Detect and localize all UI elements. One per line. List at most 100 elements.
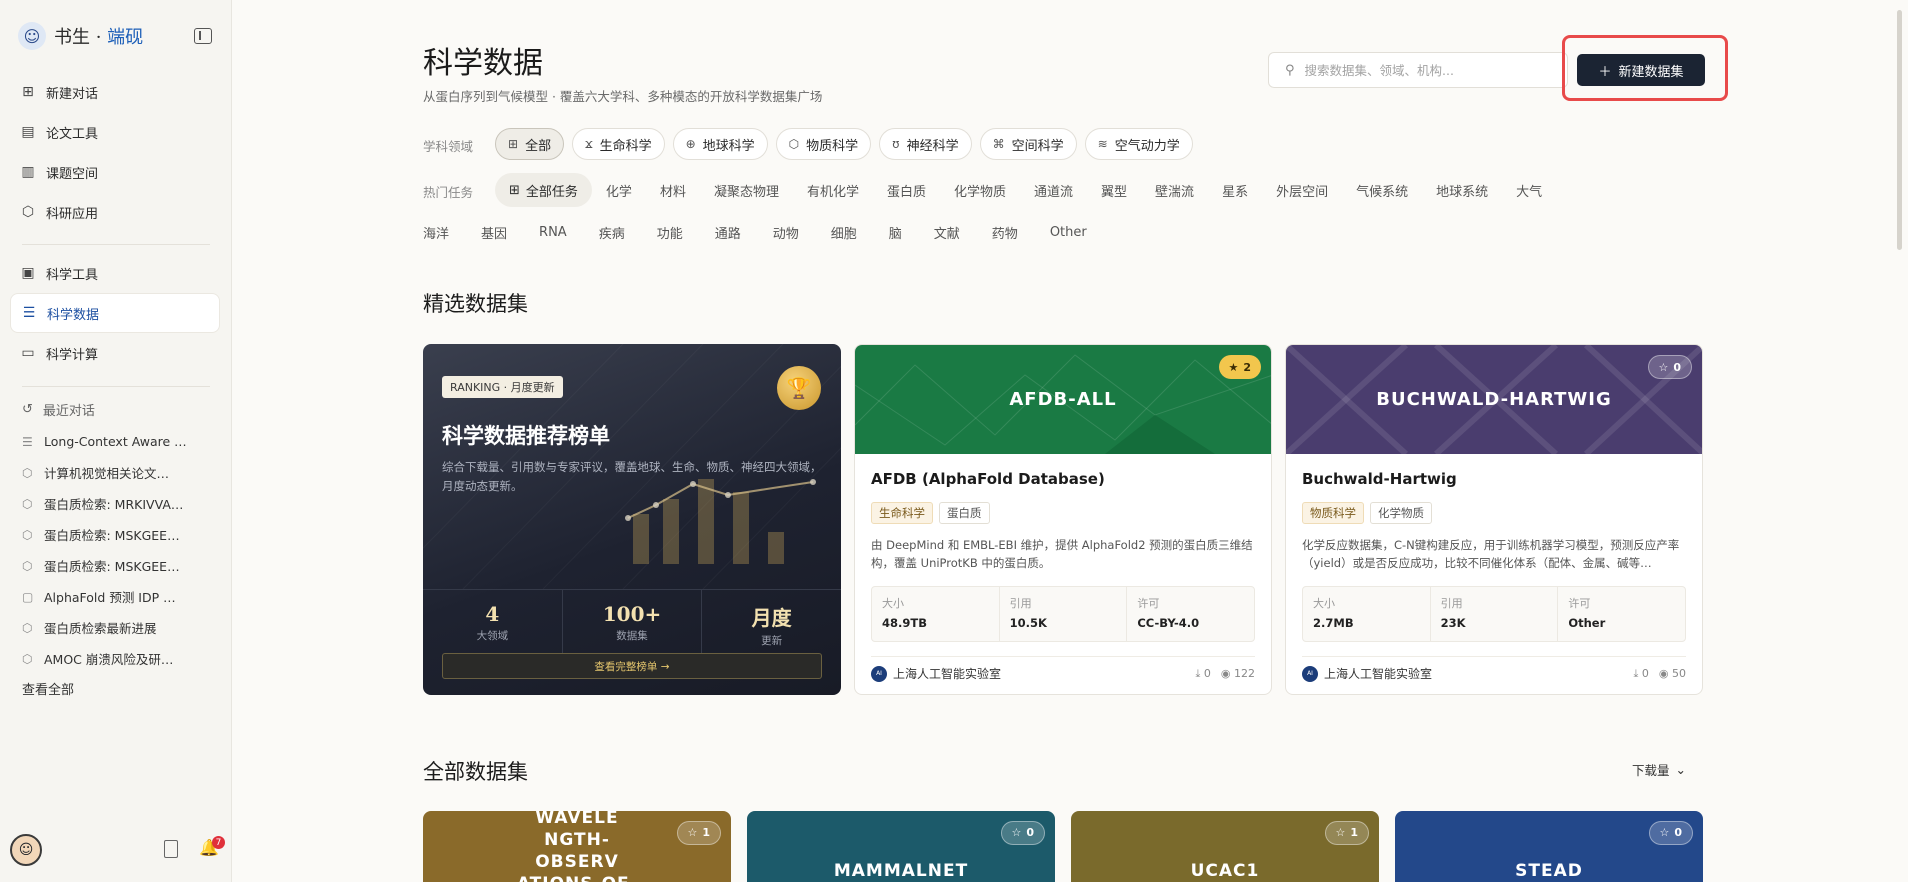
task-chip[interactable]: 化学物质 [940, 173, 1020, 207]
page-scrollbar[interactable] [1897, 10, 1902, 250]
task-chip[interactable]: 文献 [934, 215, 960, 249]
chip-all[interactable]: ⊞ 全部 [495, 128, 565, 160]
dataset-footer: AI 上海人工智能实验室 ⤓ 0 ◉ 50 [1302, 656, 1686, 682]
org[interactable]: AI 上海人工智能实验室 [871, 665, 1001, 682]
tag[interactable]: 化学物质 [1370, 502, 1432, 524]
nav-item-science-tools[interactable]: ▣ 科学工具 [10, 253, 220, 293]
document-icon[interactable] [164, 840, 178, 858]
eye-icon: ◉ [1658, 666, 1669, 680]
recent-item[interactable]: ▢ AlphaFold 预测 IDP … [22, 581, 212, 612]
star-count-badge[interactable]: ☆ 0 [1001, 821, 1045, 845]
task-chip[interactable]: 通路 [715, 215, 741, 249]
star-count-badge[interactable]: ☆ 1 [677, 821, 721, 845]
task-chip[interactable]: 细胞 [831, 215, 857, 249]
dataset-tags: 生命科学 蛋白质 [871, 502, 990, 524]
search-icon: ⚲ [1285, 62, 1295, 78]
cube-icon: ⬡ [22, 496, 33, 511]
dataset-footer: AI 上海人工智能实验室 ⤓ 0 ◉ 122 [871, 656, 1255, 682]
plus-icon: ＋ [1598, 64, 1612, 80]
task-chip[interactable]: 大气 [1502, 173, 1556, 207]
tag[interactable]: 生命科学 [871, 502, 933, 524]
chip-aerodynamics[interactable]: ≋ 空气动力学 [1084, 128, 1193, 160]
nav-item-science-data[interactable]: ☰ 科学数据 [10, 293, 220, 333]
task-chip[interactable]: 外层空间 [1262, 173, 1342, 207]
star-count-badge[interactable]: ★ 2 [1219, 355, 1261, 379]
ranking-title: 科学数据推荐榜单 [442, 423, 610, 448]
tag[interactable]: 物质科学 [1302, 502, 1364, 524]
task-chip[interactable]: 海洋 [423, 215, 449, 249]
task-chip[interactable]: Other [1050, 215, 1087, 249]
task-chip[interactable]: 疾病 [599, 215, 625, 249]
ranking-card[interactable]: RANKING · 月度更新 🏆 科学数据推荐榜单 综合下载量、引用数与专家评议… [423, 344, 841, 695]
recent-item[interactable]: ⬡ 蛋白质检索最新进展 [22, 612, 212, 643]
nav-main: ⊞ 新建对话 ▤ 论文工具 ▥ 课题空间 ⬡ 科研应用 [10, 72, 220, 232]
task-chip[interactable]: 有机化学 [793, 173, 873, 207]
recent-item[interactable]: ☰ Long-Context Aware … [22, 426, 212, 457]
new-dataset-button[interactable]: ＋新建数据集 [1577, 54, 1705, 86]
dna-icon: ϫ [585, 137, 593, 151]
task-chip[interactable]: 蛋白质 [873, 173, 940, 207]
cube-icon: ⬡ [22, 651, 33, 666]
dataset-title[interactable]: Buchwald-Hartwig [1302, 470, 1457, 488]
dataset-title[interactable]: AFDB (AlphaFold Database) [871, 470, 1105, 488]
recent-item[interactable]: ⬡ 蛋白质检索: MSKGEE… [22, 550, 212, 581]
dataset-description: 化学反应数据集，C-N键构建反应，用于训练机器学习模型，预测反应产率（yield… [1302, 538, 1680, 570]
chip-matter-science[interactable]: ⬡ 物质科学 [775, 128, 872, 160]
domain-filter-label: 学科领域 [423, 139, 474, 154]
see-all-link[interactable]: 查看全部 [22, 679, 74, 698]
task-chip[interactable]: 凝聚态物理 [700, 173, 793, 207]
nav-item-research-apps[interactable]: ⬡ 科研应用 [10, 192, 220, 232]
task-chip[interactable]: 翼型 [1087, 173, 1141, 207]
star-icon: ★ [1228, 360, 1240, 374]
dataset-card-ucac1[interactable]: UCAC1 ☆ 1 [1071, 811, 1379, 882]
brand[interactable]: ☺ 书生 · 端砚 [18, 22, 143, 50]
task-chip[interactable]: RNA [539, 215, 567, 249]
search-box[interactable]: ⚲ [1268, 52, 1568, 88]
eye-icon: ◉ [1220, 666, 1231, 680]
org[interactable]: AI 上海人工智能实验室 [1302, 665, 1432, 682]
recent-item[interactable]: ⬡ 计算机视觉相关论文… [22, 457, 212, 488]
chip-space-science[interactable]: ⌘ 空间科学 [979, 128, 1077, 160]
task-chip[interactable]: 材料 [646, 173, 700, 207]
task-chip[interactable]: 功能 [657, 215, 683, 249]
dataset-card-buchwald-hartwig[interactable]: BUCHWALD-HARTWIG ☆ 0 Buchwald-Hartwig 物质科… [1285, 344, 1703, 695]
view-full-ranking-button[interactable]: 查看完整榜单 → [442, 653, 822, 679]
chip-neuro-science[interactable]: ʊ 神经科学 [879, 128, 972, 160]
tag[interactable]: 蛋白质 [939, 502, 990, 524]
sidebar-collapse-icon[interactable] [194, 28, 212, 44]
task-chip[interactable]: 脑 [889, 215, 902, 249]
star-outline-icon: ☆ [1658, 360, 1670, 374]
search-input[interactable] [1304, 62, 1545, 78]
task-chip[interactable]: 地球系统 [1422, 173, 1502, 207]
dataset-card-mammalnet[interactable]: MAMMALNET ☆ 0 [747, 811, 1055, 882]
task-chip[interactable]: 通道流 [1020, 173, 1087, 207]
task-chip[interactable]: 化学 [592, 173, 646, 207]
dataset-card-afdb[interactable]: AFDB-ALL ★ 2 AFDB (AlphaFold Database) 生命… [854, 344, 1272, 695]
recent-item[interactable]: ⬡ AMOC 崩溃风险及研… [22, 643, 212, 674]
dataset-card-multi-wavelength[interactable]: MULTI-WAVELE NGTH-OBSERV ATIONS-OF-SG ☆1 [423, 811, 731, 882]
notification-badge: 7 [212, 836, 225, 849]
task-chip[interactable]: 动物 [773, 215, 799, 249]
task-chip[interactable]: 气候系统 [1342, 173, 1422, 207]
task-chip[interactable]: 星系 [1208, 173, 1262, 207]
chip-life-science[interactable]: ϫ 生命科学 [572, 128, 665, 160]
dataset-card-stead[interactable]: STEAD ☆ 0 [1395, 811, 1703, 882]
nav-item-science-compute[interactable]: ▭ 科学计算 [10, 333, 220, 373]
sort-dropdown[interactable]: 下载量 ⌄ [1632, 760, 1686, 779]
star-count-badge[interactable]: ☆ 1 [1325, 821, 1369, 845]
ranking-tag: RANKING · 月度更新 [442, 376, 563, 398]
task-chip[interactable]: 壁湍流 [1141, 173, 1208, 207]
nav-item-paper-tools[interactable]: ▤ 论文工具 [10, 112, 220, 152]
avatar[interactable]: ☺ [10, 834, 42, 866]
task-chip[interactable]: 药物 [992, 215, 1018, 249]
task-chip-all[interactable]: ⊞ 全部任务 [495, 173, 592, 207]
task-chip[interactable]: 基因 [481, 215, 507, 249]
star-count-badge[interactable]: ☆ 0 [1649, 821, 1693, 845]
recent-item[interactable]: ⬡ 蛋白质检索: MRKIVVA… [22, 488, 212, 519]
document-icon: ▤ [21, 124, 35, 140]
star-count-badge[interactable]: ☆ 0 [1648, 355, 1692, 379]
chip-earth-science[interactable]: ⊕ 地球科学 [672, 128, 768, 160]
nav-item-new-chat[interactable]: ⊞ 新建对话 [10, 72, 220, 112]
recent-item[interactable]: ⬡ 蛋白质检索: MSKGEE… [22, 519, 212, 550]
nav-item-project-space[interactable]: ▥ 课题空间 [10, 152, 220, 192]
